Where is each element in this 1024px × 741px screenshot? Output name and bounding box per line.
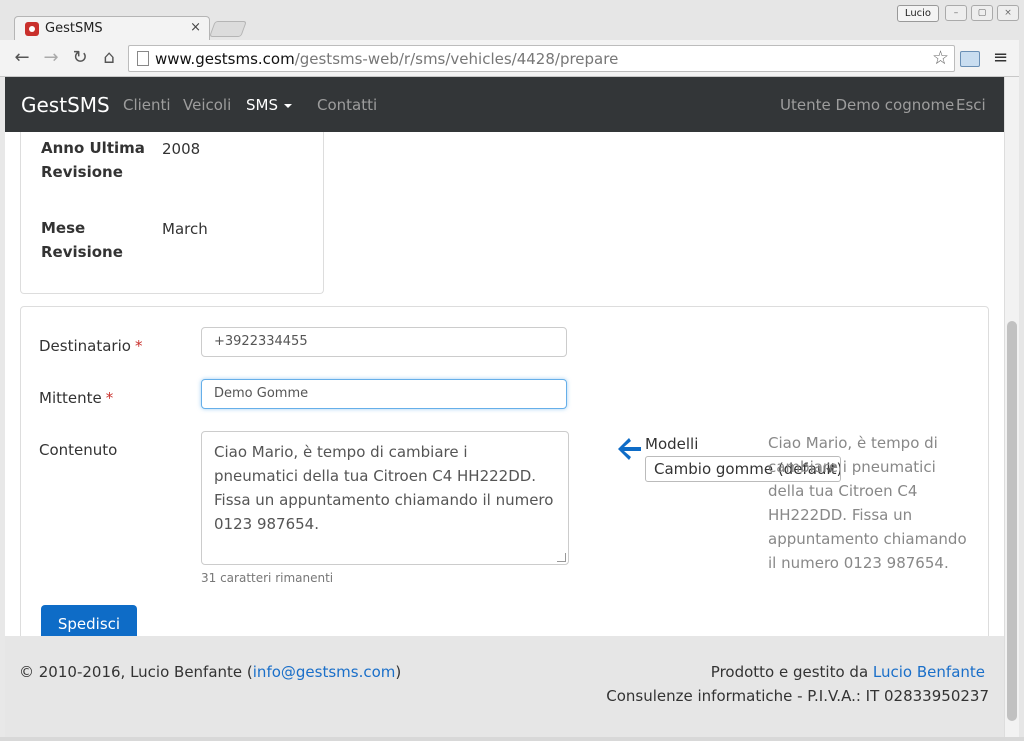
anno-revisione-label: Anno Ultima Revisione [41,139,145,181]
back-arrow-icon[interactable]: ← [12,47,32,68]
copyright: © 2010-2016, Lucio Benfante (info@gestsm… [19,663,401,681]
mese-revisione-value: March [162,220,208,238]
arrow-left-icon [618,438,641,460]
bookmark-star-icon[interactable]: ☆ [932,47,949,69]
brand-logo[interactable]: GestSMS [21,93,110,117]
caret-down-icon [284,103,292,108]
page-footer: © 2010-2016, Lucio Benfante (info@gestsm… [5,636,1004,737]
browser-tab[interactable]: GestSMS × [14,16,210,43]
profile-badge[interactable]: Lucio [897,5,939,22]
page-viewport: Anno Ultima Revisione 2008 Mese Revision… [5,77,1004,737]
message-preview: Ciao Mario, è tempo di cambiare i pneuma… [768,434,967,572]
home-icon[interactable]: ⌂ [99,47,119,68]
destinatario-input[interactable]: +3922334455 [201,327,567,357]
remaining-chars: 31 caratteri rimanenti [201,571,334,585]
tab-close-icon[interactable]: × [190,20,201,35]
nav-user[interactable]: Utente Demo cognome [780,96,954,114]
copyright-suffix: ) [395,663,402,681]
vehicle-info-panel: Anno Ultima Revisione 2008 Mese Revision… [20,117,324,294]
browser-toolbar: ← → ↻ ⌂ www.gestsms.com/gestsms-web/r/sm… [0,40,1024,77]
url-text: www.gestsms.com/gestsms-web/r/sms/vehicl… [155,50,618,68]
page-icon [137,51,149,66]
reload-icon[interactable]: ↻ [70,47,90,68]
company-info: Consulenze informatiche - P.I.V.A.: IT 0… [606,687,989,705]
minimize-button[interactable]: – [945,5,967,21]
window-frame-right [1019,40,1024,741]
window-frame-bottom [0,737,1024,741]
produced-by: Prodotto e gestito da Lucio Benfante [711,663,985,681]
top-navbar: GestSMS Clienti Veicoli SMS Contatti Ute… [5,77,1004,132]
mittente-input[interactable]: Demo Gomme [201,379,567,409]
contenuto-textarea[interactable]: Ciao Mario, è tempo di cambiare i pneuma… [201,431,569,565]
url-path: /gestsms-web/r/sms/vehicles/4428/prepare [294,50,619,68]
mittente-label: Mittente * [39,389,113,407]
modelli-label: Modelli [645,435,699,453]
destinatario-label-text: Destinatario [39,337,131,355]
forward-arrow-icon[interactable]: → [41,47,61,68]
page-scrollbar[interactable] [1004,77,1020,737]
resize-grip-icon[interactable] [557,553,566,562]
produced-by-text: Prodotto e gestito da [710,663,869,681]
nav-clienti[interactable]: Clienti [123,96,171,114]
mese-revisione-label: Mese Revisione [41,219,123,261]
mittente-label-text: Mittente [39,389,102,407]
required-mark: * [105,389,114,407]
scrollbar-thumb[interactable] [1007,321,1017,721]
address-bar[interactable]: www.gestsms.com/gestsms-web/r/sms/vehicl… [128,45,955,72]
nav-sms-label: SMS [246,96,278,114]
nav-contatti[interactable]: Contatti [317,96,377,114]
contenuto-label: Contenuto [39,441,118,459]
extension-icon[interactable] [960,51,980,67]
maximize-button[interactable]: ▢ [971,5,993,21]
anno-revisione-value: 2008 [162,140,201,158]
author-link[interactable]: Lucio Benfante [873,663,985,681]
email-link[interactable]: info@gestsms.com [253,663,396,681]
nav-logout[interactable]: Esci [956,96,986,114]
copyright-prefix: © 2010-2016, Lucio Benfante ( [19,663,253,681]
contenuto-text: Ciao Mario, è tempo di cambiare i pneuma… [214,443,554,533]
browser-titlebar: GestSMS × Lucio – ▢ × [0,0,1024,43]
tab-title: GestSMS [45,21,103,36]
window-close-button[interactable]: × [997,5,1019,21]
required-mark: * [134,337,143,355]
gestsms-favicon-icon [25,22,39,36]
nav-sms-dropdown[interactable]: SMS [246,96,292,114]
new-tab-button[interactable] [209,21,247,37]
browser-menu-icon[interactable]: ≡ [993,47,1008,68]
url-host: www.gestsms.com [155,50,295,68]
destinatario-label: Destinatario * [39,337,142,355]
nav-veicoli[interactable]: Veicoli [183,96,231,114]
